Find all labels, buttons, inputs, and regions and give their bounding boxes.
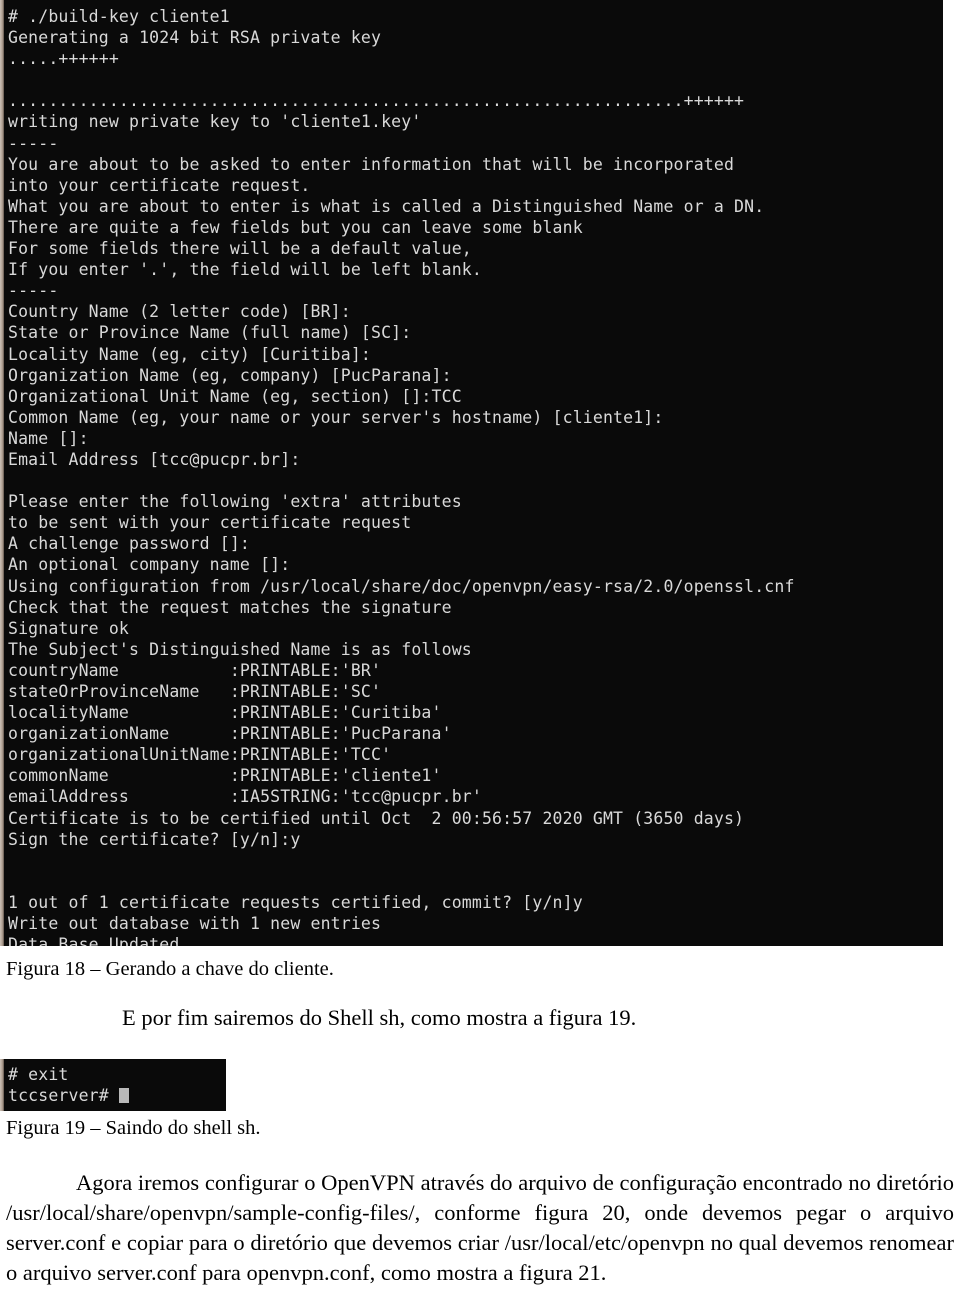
terminal-line: tccserver# [8,1085,226,1106]
terminal-output-main: # ./build-key cliente1 Generating a 1024 … [8,6,943,946]
terminal-line: State or Province Name (full name) [SC]: [8,323,412,343]
terminal-line: stateOrProvinceName :PRINTABLE:'SC' [8,682,382,701]
terminal-window-exit[interactable]: # exit tccserver# [0,1059,226,1111]
terminal-line: If you enter '.', the field will be left… [8,260,482,280]
paragraph-openvpn-config: Agora iremos configurar o OpenVPN atravé… [6,1170,954,1285]
terminal-line: # exit [8,1065,69,1084]
terminal-line: commonName :PRINTABLE:'cliente1' [8,766,442,786]
terminal-line: organizationalUnitName:PRINTABLE:'TCC' [8,745,392,765]
terminal-line: Organization Name (eg, company) [PucPara… [8,365,452,385]
terminal-line: Organizational Unit Name (eg, section) [… [8,386,462,406]
terminal-line: A challenge password []: [8,534,251,554]
terminal-line: writing new private key to 'cliente1.key… [8,112,422,132]
terminal-line: Country Name (2 letter code) [BR]: [8,302,351,322]
terminal-line: ----- [8,281,59,301]
paragraph-exit-shell: E por fim sairemos do Shell sh, como mos… [122,1005,637,1030]
terminal-line: organizationName :PRINTABLE:'PucParana' [8,724,452,744]
terminal-line: What you are about to enter is what is c… [8,196,765,216]
terminal-output-exit: # exit tccserver# [8,1064,226,1106]
terminal-line: Generating a 1024 bit RSA private key [8,28,382,48]
terminal-line: Please enter the following 'extra' attri… [8,492,462,512]
terminal-line: Locality Name (eg, city) [Curitiba]: [8,344,372,364]
figure-caption-19: Figura 19 – Saindo do shell sh. [6,1117,261,1139]
terminal-line: You are about to be asked to enter infor… [8,154,735,174]
terminal-line: Certificate is to be certified until Oct… [8,808,745,828]
terminal-line: An optional company name []: [8,555,291,575]
terminal-line: Common Name (eg, your name or your serve… [8,407,664,427]
terminal-line: ----- [8,133,59,153]
terminal-line: Data Base Updated [8,935,180,946]
terminal-line: Using configuration from /usr/local/shar… [8,576,795,596]
terminal-line: .....++++++ [8,49,119,69]
terminal-line: ........................................… [8,91,745,111]
terminal-line: localityName :PRINTABLE:'Curitiba' [8,703,442,723]
terminal-line: countryName :PRINTABLE:'BR' [8,660,382,680]
terminal-line: The Subject's Distinguished Name is as f… [8,639,472,659]
terminal-line: Write out database with 1 new entries [8,914,382,934]
figure-caption-18: Figura 18 – Gerando a chave do cliente. [6,958,334,980]
terminal-cursor-icon [118,1088,129,1104]
terminal-window-build-key[interactable]: # ./build-key cliente1 Generating a 1024 … [0,0,943,946]
terminal-line: Check that the request matches the signa… [8,597,452,617]
terminal-line: 1 out of 1 certificate requests certifie… [8,892,583,912]
terminal-line: There are quite a few fields but you can… [8,217,583,237]
terminal-line: into your certificate request. [8,175,311,195]
terminal-line: Email Address [tcc@pucpr.br]: [8,449,301,469]
terminal-line: to be sent with your certificate request [8,513,412,533]
terminal-line: # ./build-key cliente1 [8,7,230,26]
terminal-line: Sign the certificate? [y/n]:y [8,829,301,849]
terminal-line: emailAddress :IA5STRING:'tcc@pucpr.br' [8,787,482,807]
terminal-line: Signature ok [8,618,130,638]
terminal-line: For some fields there will be a default … [8,239,472,259]
terminal-line: Name []: [8,428,89,448]
